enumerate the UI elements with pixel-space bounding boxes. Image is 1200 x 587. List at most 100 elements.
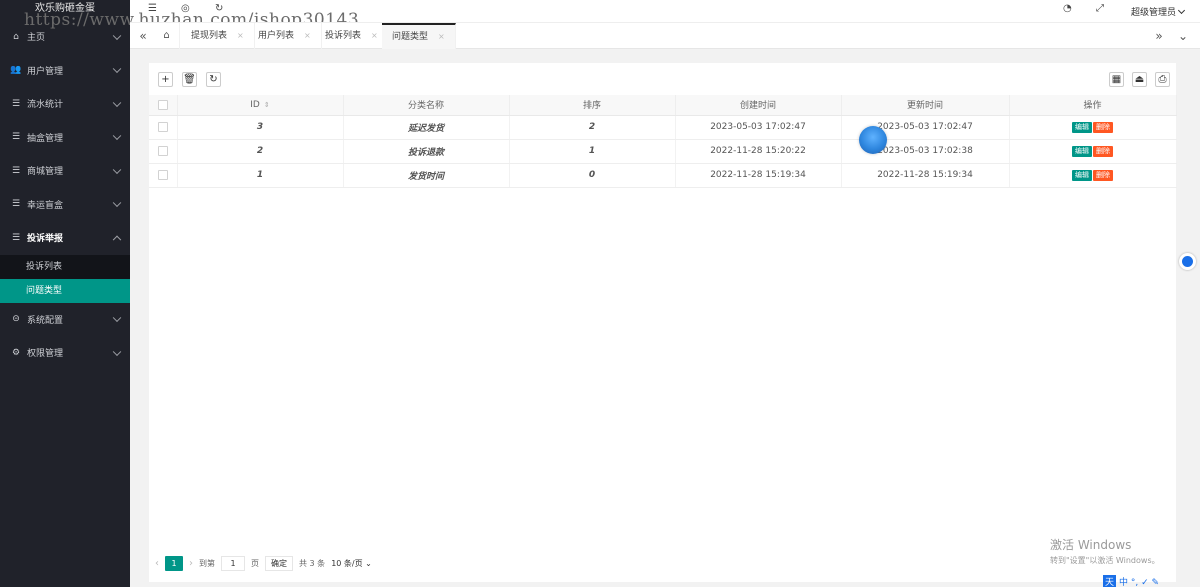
close-icon[interactable]: ×: [304, 31, 311, 40]
fullscreen-icon[interactable]: ⤢: [1096, 3, 1104, 14]
delete-icon[interactable]: 🗑: [182, 72, 197, 87]
sidebar-item-complaints[interactable]: ☰ 投诉举报: [0, 221, 130, 255]
prev-page-icon[interactable]: ‹: [155, 558, 159, 569]
sidebar: 欢乐购砸金蛋 ⌂ 主页 👥 用户管理 ☰ 流水统计 ☰ 抽盒管理 ☰ 商城管理: [0, 0, 130, 587]
sidebar-item-label: 抽盒管理: [27, 133, 64, 144]
sidebar-item-label: 权限管理: [27, 349, 64, 360]
chevron-up-icon: [112, 235, 122, 244]
list-icon: ☰: [11, 199, 21, 210]
sidebar-subitem-complaint-list[interactable]: 投诉列表: [0, 255, 130, 279]
chevron-down-icon: [112, 98, 122, 107]
list-icon: ☰: [11, 98, 21, 109]
close-icon[interactable]: ×: [438, 32, 445, 41]
sidebar-item-lucky-box[interactable]: ☰ 幸运盲盒: [0, 188, 130, 222]
tabs-scroll-left-icon[interactable]: «: [132, 23, 154, 49]
chevron-down-icon: [1177, 6, 1186, 15]
chevron-down-icon: [112, 31, 122, 40]
sidebar-item-home[interactable]: ⌂ 主页: [0, 20, 130, 54]
list-icon: ☰: [11, 132, 21, 143]
table-row: 3 延迟发货 2 2023-05-03 17:02:47 2023-05-03 …: [149, 115, 1177, 140]
cell-actions: 编辑 删除: [1009, 115, 1177, 140]
floating-assist-button[interactable]: [1179, 253, 1196, 270]
column-header-id[interactable]: ID ⇕: [177, 95, 344, 116]
cell-updated: 2022-11-28 15:19:34: [841, 163, 1010, 188]
tab-user-list[interactable]: 用户列表 ×: [248, 23, 322, 49]
close-icon[interactable]: ×: [237, 31, 244, 40]
next-page-icon[interactable]: ›: [189, 558, 193, 569]
globe-icon[interactable]: ◎: [181, 3, 190, 14]
sidebar-item-label: 流水统计: [27, 100, 64, 111]
windows-activation-notice: 激活 Windows 转到"设置"以激活 Windows。: [1050, 536, 1160, 566]
sidebar-item-permissions[interactable]: ⚙ 权限管理: [0, 336, 130, 370]
page-unit-label: 页: [251, 558, 259, 568]
column-header-name: 分类名称: [343, 95, 510, 116]
cell-created: 2022-11-28 15:19:34: [675, 163, 842, 188]
home-tab-icon[interactable]: ⌂: [154, 23, 180, 49]
edit-button[interactable]: 编辑: [1072, 121, 1092, 133]
sidebar-item-flow-stats[interactable]: ☰ 流水统计: [0, 87, 130, 121]
row-checkbox[interactable]: [157, 145, 168, 156]
chevron-down-icon: [112, 313, 122, 323]
row-select-cell: [149, 163, 178, 188]
cell-sort: 2: [509, 115, 676, 140]
row-checkbox[interactable]: [157, 169, 168, 180]
sidebar-item-label: 商城管理: [27, 167, 64, 178]
page-size-select[interactable]: 10 条/页 ⌄: [331, 558, 372, 569]
cell-actions: 编辑 删除: [1009, 139, 1177, 164]
tab-label: 提现列表: [191, 31, 228, 41]
users-icon: 👥: [10, 65, 22, 76]
cell-name: 发货时间: [343, 163, 510, 188]
user-menu[interactable]: 超级管理员: [1130, 5, 1186, 18]
select-all-checkbox[interactable]: [157, 99, 168, 110]
user-name: 超级管理员: [1130, 8, 1176, 18]
sidebar-item-users[interactable]: 👥 用户管理: [0, 54, 130, 88]
row-checkbox[interactable]: [157, 121, 168, 132]
delete-button[interactable]: 删除: [1093, 121, 1113, 133]
current-page-button[interactable]: 1: [165, 555, 183, 571]
sidebar-item-system-config[interactable]: ⊝ 系统配置: [0, 303, 130, 337]
delete-button[interactable]: 删除: [1093, 169, 1113, 181]
close-icon[interactable]: ×: [371, 31, 378, 40]
top-header: ☰ ◎ ↻ ◔ ⤢ 超级管理员: [130, 0, 1200, 22]
add-icon[interactable]: +: [158, 72, 173, 87]
goto-confirm-button[interactable]: 确定: [265, 555, 293, 571]
sidebar-nav: ⌂ 主页 👥 用户管理 ☰ 流水统计 ☰ 抽盒管理 ☰ 商城管理 ☰ 幸运盲盒: [0, 20, 130, 370]
tab-bar: « ⌂ 提现列表 × 用户列表 × 投诉列表 × 问题类型 × » ⌄: [130, 22, 1200, 49]
print-icon[interactable]: ⎙: [1155, 72, 1170, 87]
tab-withdraw-list[interactable]: 提现列表 ×: [181, 23, 255, 49]
chevron-down-icon: [112, 64, 122, 74]
ime-toolbar[interactable]: 天中 °, ✓ ✎: [1103, 575, 1159, 587]
home-icon: ⌂: [13, 31, 19, 42]
refresh-icon[interactable]: ↻: [215, 3, 223, 14]
columns-icon[interactable]: ▦: [1109, 72, 1124, 87]
select-all-cell: [149, 95, 178, 116]
total-count: 共 3 条: [299, 558, 326, 568]
delete-button[interactable]: 删除: [1093, 145, 1113, 157]
sidebar-item-mall[interactable]: ☰ 商城管理: [0, 154, 130, 188]
table-row: 2 投诉退款 1 2022-11-28 15:20:22 2023-05-03 …: [149, 139, 1177, 164]
sidebar-item-label: 用户管理: [27, 66, 64, 77]
column-label: ID: [250, 99, 260, 110]
tabs-menu-chevron-icon[interactable]: ⌄: [1172, 23, 1194, 49]
sidebar-item-box-draw[interactable]: ☰ 抽盒管理: [0, 121, 130, 155]
sidebar-subitem-issue-types[interactable]: 问题类型: [0, 278, 130, 303]
sort-icon[interactable]: ⇕: [264, 101, 270, 109]
cell-id: 1: [177, 163, 344, 188]
edit-button[interactable]: 编辑: [1072, 169, 1092, 181]
refresh-icon[interactable]: ↻: [206, 72, 221, 87]
row-select-cell: [149, 139, 178, 164]
goto-page-input[interactable]: [221, 555, 245, 571]
tabs-scroll-right-icon[interactable]: »: [1148, 23, 1170, 49]
tab-complaint-list[interactable]: 投诉列表 ×: [315, 23, 389, 49]
theme-icon[interactable]: ◔: [1063, 3, 1072, 14]
menu-toggle-icon[interactable]: ☰: [148, 3, 157, 14]
column-header-created: 创建时间: [675, 95, 842, 116]
app-brand: 欢乐购砸金蛋: [35, 3, 95, 14]
sidebar-item-label: 投诉举报: [27, 234, 64, 245]
column-header-updated: 更新时间: [841, 95, 1010, 116]
chevron-down-icon: [112, 347, 122, 356]
export-icon[interactable]: ⏏: [1132, 72, 1147, 87]
tab-issue-types[interactable]: 问题类型 ×: [382, 23, 456, 49]
list-icon: ☰: [11, 232, 21, 243]
edit-button[interactable]: 编辑: [1072, 145, 1092, 157]
